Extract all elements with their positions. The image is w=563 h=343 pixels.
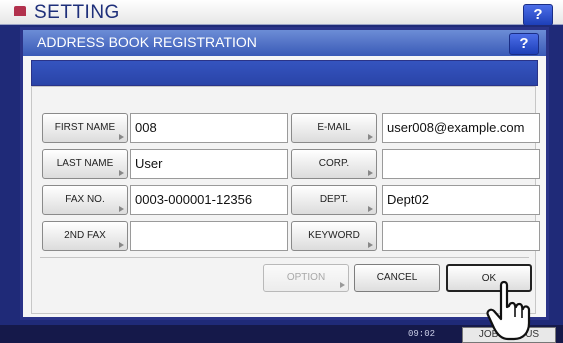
email-field[interactable]: user008@example.com [382, 113, 540, 143]
keyword-label: KEYWORD [308, 230, 360, 241]
option-button[interactable]: OPTION [263, 264, 349, 292]
divider [40, 257, 529, 258]
status-bar: 09:02 JOB STATUS [0, 325, 563, 343]
email-button[interactable]: E-MAIL [291, 113, 377, 143]
corp-button[interactable]: CORP. [291, 149, 377, 179]
dept-button[interactable]: DEPT. [291, 185, 377, 215]
fax-no-label: FAX NO. [65, 194, 105, 205]
first-name-label: FIRST NAME [54, 122, 116, 133]
clock-time: 09:02 [408, 329, 436, 339]
second-fax-button[interactable]: 2ND FAX [42, 221, 128, 251]
second-fax-field[interactable] [130, 221, 288, 251]
last-name-button[interactable]: LAST NAME [42, 149, 128, 179]
app-title: SETTING [34, 2, 120, 23]
cancel-label: CANCEL [376, 272, 418, 283]
last-name-field[interactable]: User [130, 149, 288, 179]
keyword-button[interactable]: KEYWORD [291, 221, 377, 251]
dialog-help-button[interactable]: ? [509, 33, 539, 55]
cancel-button[interactable]: CANCEL [354, 264, 440, 292]
email-label: E-MAIL [317, 122, 351, 133]
dept-field[interactable]: Dept02 [382, 185, 540, 215]
dept-label: DEPT. [319, 194, 349, 205]
dialog-title-bar: ADDRESS BOOK REGISTRATION ? [23, 30, 546, 56]
top-bar: SETTING ? [0, 0, 563, 26]
first-name-button[interactable]: FIRST NAME [42, 113, 128, 143]
help-button[interactable]: ? [523, 4, 553, 26]
hand-pointer-icon [486, 280, 531, 341]
keyword-field[interactable] [382, 221, 540, 251]
fax-no-button[interactable]: FAX NO. [42, 185, 128, 215]
address-book-dialog: ADDRESS BOOK REGISTRATION ? FIRST NAME 0… [20, 27, 549, 320]
fax-no-field[interactable]: 0003-000001-12356 [130, 185, 288, 215]
second-fax-label: 2ND FAX [64, 230, 106, 241]
dialog-title: ADDRESS BOOK REGISTRATION [37, 34, 257, 50]
corp-field[interactable] [382, 149, 540, 179]
last-name-label: LAST NAME [56, 158, 114, 169]
form-area: FIRST NAME 008 LAST NAME User FAX NO. 00… [31, 86, 540, 314]
first-name-field[interactable]: 008 [130, 113, 288, 143]
setting-app-icon [14, 6, 26, 16]
dialog-header-band [31, 60, 538, 86]
corp-label: CORP. [318, 158, 350, 169]
option-label: OPTION [286, 272, 326, 283]
